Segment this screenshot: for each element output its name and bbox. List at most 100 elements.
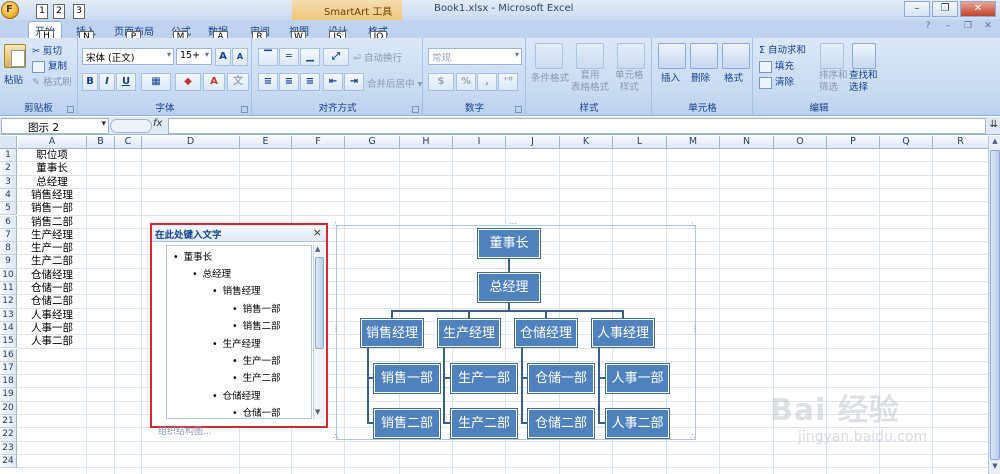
column-header[interactable]: N <box>720 136 774 149</box>
scroll-up-icon[interactable]: ▲ <box>990 137 1000 147</box>
bold-button[interactable]: B <box>82 73 98 91</box>
wb-close-button[interactable]: ✕ <box>980 21 996 35</box>
column-header[interactable]: K <box>560 136 613 149</box>
italic-button[interactable]: I <box>99 73 115 91</box>
table-format-button[interactable]: 套用 表格格式 <box>571 70 609 94</box>
cell-a[interactable]: 仓储一部 <box>18 282 86 295</box>
column-header[interactable]: M <box>667 136 720 149</box>
column-header[interactable]: Q <box>880 136 933 149</box>
insert-cells-icon[interactable] <box>658 43 686 69</box>
resize-handle-corner[interactable]: ∴ <box>690 432 695 441</box>
column-header[interactable]: J <box>506 136 560 149</box>
cell-a[interactable]: 人事一部 <box>18 322 86 335</box>
cell-a[interactable]: 人事二部 <box>18 335 86 348</box>
sort-filter-icon[interactable] <box>820 43 844 69</box>
scroll-down-icon[interactable]: ▼ <box>315 408 320 416</box>
resize-handle-top[interactable]: ⋯ <box>509 219 517 228</box>
shrink-font-button[interactable]: A <box>232 48 248 66</box>
text-pane-bullet[interactable]: 生产一部 <box>232 353 281 367</box>
row-header[interactable]: 8 <box>0 242 17 256</box>
cell-a[interactable]: 职位项 <box>18 149 86 162</box>
percent-button[interactable]: % <box>456 73 476 91</box>
row-header[interactable]: 1 <box>0 149 17 163</box>
copy-button[interactable]: 复制 <box>32 58 67 73</box>
text-pane-bullet[interactable]: 销售二部 <box>232 318 281 332</box>
org-node-dept[interactable]: 人事二部 <box>606 409 669 438</box>
cell-styles-button[interactable]: 单元格 样式 <box>615 70 644 94</box>
help-icon[interactable]: ? <box>920 21 936 35</box>
font-name-select[interactable]: 宋体 (正文) <box>82 48 174 65</box>
cell-a[interactable]: 生产二部 <box>18 255 86 268</box>
row-header[interactable]: 19 <box>0 388 17 402</box>
cell-a[interactable]: 仓储经理 <box>18 269 86 282</box>
row-header[interactable]: 17 <box>0 361 17 376</box>
comma-button[interactable]: , <box>477 73 497 91</box>
text-pane-bullet[interactable]: 销售经理 <box>212 283 261 297</box>
row-header[interactable]: 11 <box>0 282 17 296</box>
cell-a[interactable]: 仓储二部 <box>18 295 86 308</box>
cell-a[interactable]: 销售二部 <box>18 216 86 229</box>
align-middle-button[interactable]: ═ <box>279 48 299 66</box>
org-node-dept[interactable]: 销售一部 <box>374 364 440 393</box>
font-size-select[interactable]: 15+ <box>176 48 212 65</box>
number-format-select[interactable]: 常规 <box>428 48 522 65</box>
org-node-dept[interactable]: 生产一部 <box>451 364 517 393</box>
find-select-button[interactable]: 查找和 选择 <box>849 70 878 94</box>
delete-cells-button[interactable]: 删除 <box>691 70 710 84</box>
column-header[interactable]: H <box>400 136 453 149</box>
insert-function-button[interactable]: fx <box>153 118 162 129</box>
paste-button[interactable] <box>4 44 26 68</box>
orientation-button[interactable]: ⤢ <box>323 48 349 66</box>
column-header[interactable]: A <box>18 136 87 149</box>
conditional-format-button[interactable]: 条件格式 <box>531 70 569 84</box>
row-header[interactable]: 13 <box>0 308 17 322</box>
column-header[interactable]: F <box>292 136 345 149</box>
cut-button[interactable]: ✂ 剪切 <box>32 43 62 57</box>
org-node-ceo[interactable]: 总经理 <box>478 273 540 302</box>
column-header[interactable]: C <box>115 136 142 149</box>
resize-handle-corner[interactable]: ∴ <box>333 432 338 441</box>
wb-restore-button[interactable]: ❐ <box>960 21 976 35</box>
column-header[interactable]: G <box>345 136 400 149</box>
restore-button[interactable]: ❐ <box>932 1 958 17</box>
format-painter-button[interactable]: ✎ 格式刷 <box>32 74 72 88</box>
find-select-icon[interactable] <box>852 43 876 69</box>
conditional-format-icon[interactable] <box>535 43 563 69</box>
fill-button[interactable]: 填充 <box>759 58 794 73</box>
formula-input[interactable] <box>168 118 986 134</box>
org-node-dept[interactable]: 销售二部 <box>374 409 440 438</box>
cell-a[interactable]: 生产经理 <box>18 229 86 242</box>
text-pane-bullet[interactable]: 总经理 <box>192 266 232 280</box>
decimal-button[interactable]: ⁺⁰ <box>498 73 518 91</box>
cell-a[interactable]: 销售一部 <box>18 202 86 215</box>
cell-a[interactable]: 总经理 <box>18 176 86 189</box>
borders-button[interactable]: ▦ <box>141 73 171 91</box>
minimize-button[interactable]: – <box>904 1 930 17</box>
cell-a[interactable]: 董事长 <box>18 162 86 175</box>
phonetic-button[interactable]: 文 <box>227 73 249 91</box>
increase-indent-button[interactable]: ⇥ <box>344 73 364 91</box>
row-header[interactable]: 22 <box>0 428 17 442</box>
grow-font-button[interactable]: A <box>215 48 231 66</box>
close-button[interactable]: ✕ <box>960 1 996 17</box>
org-node-dept[interactable]: 人事一部 <box>606 364 669 393</box>
delete-cells-icon[interactable] <box>690 43 718 69</box>
sort-filter-button[interactable]: 排序和 筛选 <box>819 70 848 94</box>
paste-label[interactable]: 粘贴 <box>4 72 23 86</box>
column-header[interactable]: O <box>774 136 827 149</box>
resize-handle-right[interactable]: ⋮ <box>691 324 699 333</box>
org-node-manager[interactable]: 仓储经理 <box>515 319 577 347</box>
row-header[interactable]: 10 <box>0 268 17 282</box>
decrease-indent-button[interactable]: ⇤ <box>323 73 343 91</box>
scroll-thumb[interactable] <box>990 150 1000 460</box>
resize-handle-left[interactable]: ⋮ <box>332 324 340 333</box>
text-pane-bullet[interactable]: 仓储一部 <box>232 405 281 418</box>
row-header[interactable]: 15 <box>0 335 17 349</box>
row-header[interactable]: 18 <box>0 375 17 389</box>
row-header[interactable]: 16 <box>0 348 17 362</box>
text-pane-bullet[interactable]: 董事长 <box>173 249 213 263</box>
column-header[interactable]: B <box>87 136 115 149</box>
name-box[interactable]: 图示 2 <box>1 118 109 134</box>
resize-handle-corner[interactable]: ∴ <box>690 220 695 229</box>
currency-button[interactable]: $ <box>428 73 454 91</box>
